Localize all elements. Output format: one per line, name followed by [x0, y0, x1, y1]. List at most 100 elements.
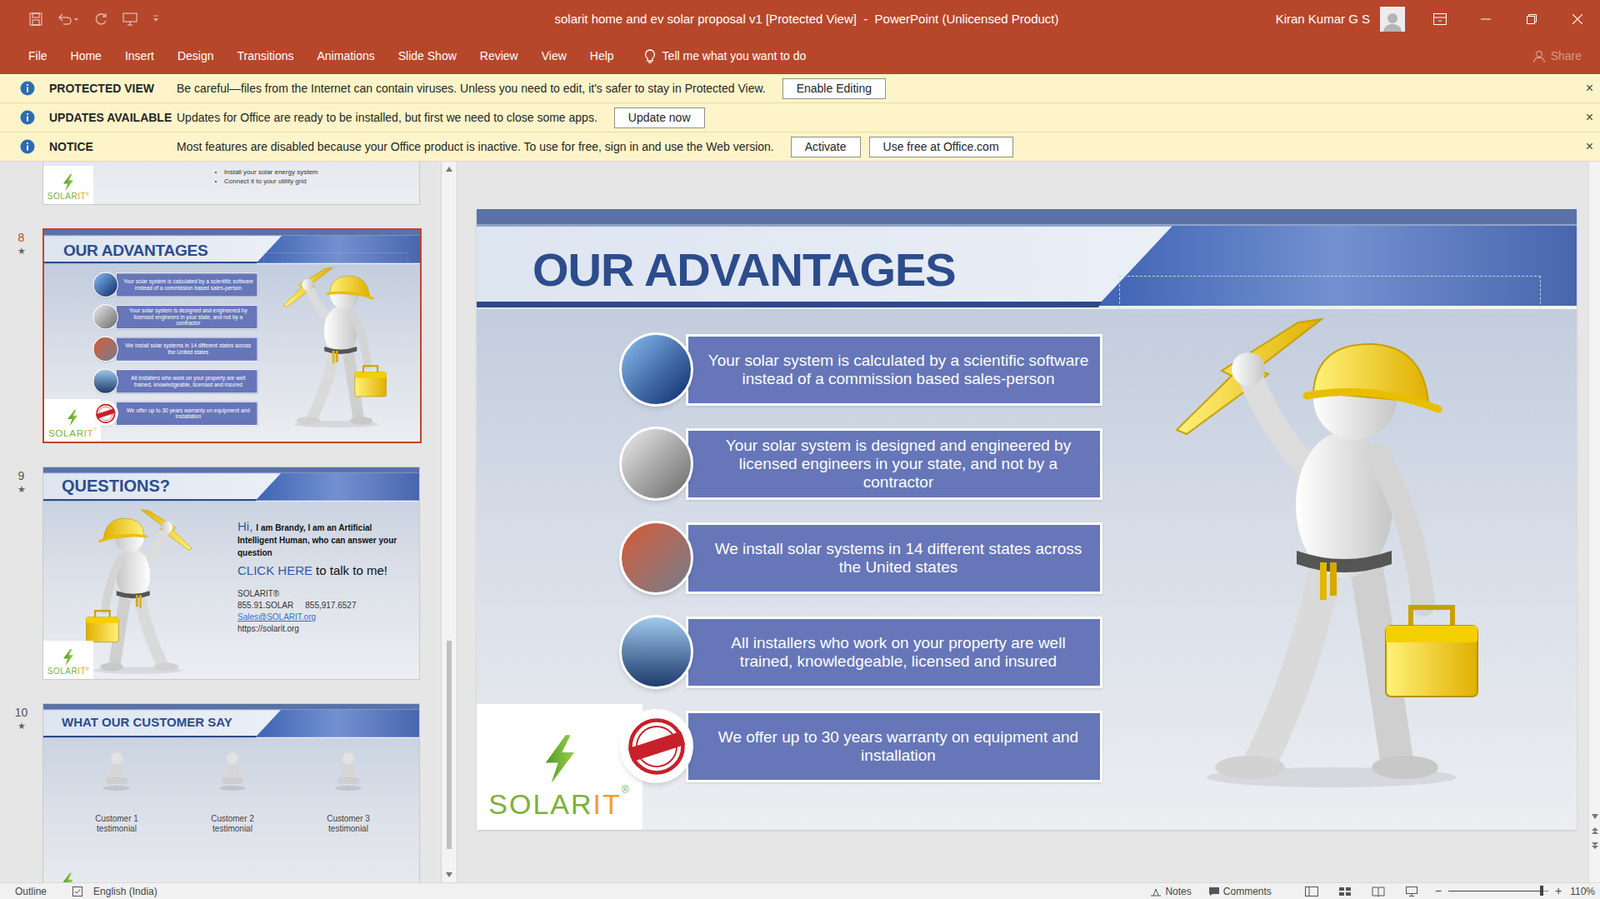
minimize-icon[interactable] — [1462, 0, 1509, 39]
scroll-track[interactable] — [441, 176, 457, 868]
comments-label: Comments — [1223, 884, 1272, 899]
slide[interactable]: OUR ADVANTAGESSOLARIT®Your solar system … — [476, 209, 1577, 830]
ribbon-tab[interactable]: View — [530, 38, 579, 75]
logo-wordmark: SOLARIT® — [47, 192, 90, 201]
testimonial-column: Customer 2 testimonial — [190, 750, 275, 835]
view-buttons — [1305, 886, 1419, 897]
advantage-photo — [619, 615, 694, 690]
redo-icon[interactable] — [93, 11, 109, 27]
close-icon[interactable] — [1554, 0, 1600, 39]
undo-icon[interactable] — [56, 11, 80, 27]
zoom-level[interactable]: 110% — [1570, 884, 1595, 899]
user-avatar-icon[interactable] — [1380, 6, 1405, 32]
ribbon-tab[interactable]: File — [16, 38, 60, 75]
share-button[interactable]: Share — [1532, 47, 1582, 65]
zoom-slider-thumb[interactable] — [1540, 885, 1544, 896]
user-name[interactable]: Kiran Kumar G S — [1275, 10, 1370, 30]
spelling-check-icon[interactable] — [71, 885, 84, 898]
solarit-logo: SOLARIT® — [476, 704, 643, 830]
advantage-text: All installers who work on your property… — [706, 634, 1090, 671]
next-slide-icon[interactable] — [1591, 842, 1599, 850]
scroll-thumb[interactable] — [446, 640, 452, 850]
notice-button[interactable]: Enable Editing — [782, 78, 886, 100]
thumbnail-header: WHAT OUR CUSTOMER SAY — [43, 704, 420, 739]
ribbon-display-options-icon[interactable] — [1416, 0, 1463, 39]
advantage-box: Your solar system is calculated by a sci… — [685, 334, 1103, 406]
slide-show-icon[interactable] — [1405, 886, 1419, 897]
restore-icon[interactable] — [1508, 0, 1555, 39]
ribbon-tab-label: Insert — [125, 47, 155, 65]
advantage-box: Your solar system is designed and engine… — [115, 305, 259, 330]
logo-it: IT — [593, 790, 622, 819]
slide-number: 8 — [18, 230, 25, 245]
notice-close-button[interactable]: × — [1585, 78, 1594, 99]
ribbon-tab[interactable]: Design — [165, 38, 226, 75]
advantage-row: Your solar system is calculated by a sci… — [92, 272, 261, 298]
bullet-item: Install your solar energy system — [224, 167, 319, 177]
notice-close-button[interactable]: × — [1585, 107, 1594, 128]
thumbnail-row[interactable]: Install your solar energy systemConnect … — [0, 161, 441, 205]
scroll-down-icon[interactable] — [445, 867, 453, 883]
thumbnail-row[interactable]: 9★QUESTIONS?Hi,I am Brandy, I am an Arti… — [0, 466, 441, 680]
thumbnail-row[interactable]: 10★WHAT OUR CUSTOMER SAYCustomer 1 testi… — [0, 703, 441, 883]
reading-view-icon[interactable] — [1371, 886, 1385, 897]
customize-toolbar-icon[interactable] — [151, 15, 160, 24]
advantage-text: Your solar system is calculated by a sci… — [122, 278, 254, 291]
greeting: Hi, — [237, 519, 253, 534]
ribbon-tab[interactable]: Insert — [113, 38, 166, 75]
zoom-slider[interactable] — [1448, 890, 1549, 892]
solarit-logo: SOLARIT® — [43, 165, 94, 205]
slide-sorter-icon[interactable] — [1338, 886, 1352, 897]
thumbnail-row[interactable]: 8★ OUR ADVANTAGESSOLARIT®Your solar syste… — [0, 228, 441, 444]
view-indicator: Outline — [0, 884, 47, 899]
testimonial-caption: Customer 1 testimonial — [83, 814, 150, 835]
logo-solar: SOLAR — [47, 667, 78, 676]
testimonial-column: Customer 3 testimonial — [306, 750, 390, 835]
zoom-slider-fill — [1448, 890, 1542, 892]
logo-wordmark: SOLARIT® — [488, 790, 630, 819]
advantage-text: Your solar system is calculated by a sci… — [706, 351, 1090, 389]
intro-text: I am Brandy, I am an Artificial Intellig… — [237, 523, 397, 558]
logo-it: IT — [77, 192, 86, 201]
normal-view-icon[interactable] — [1305, 886, 1319, 897]
tell-me-box[interactable]: Tell me what you want to do — [644, 47, 807, 65]
notice-button[interactable]: Activate — [790, 136, 861, 158]
advantage-box: We install solar systems in 14 different… — [115, 336, 259, 361]
language-indicator[interactable]: English (India) — [93, 884, 158, 899]
advantage-row: We install solar systems in 14 different… — [92, 336, 261, 362]
email-link[interactable]: Sales@SOLARIT.org — [237, 611, 413, 624]
scroll-down-icon[interactable] — [1591, 814, 1599, 820]
slide-preview: OUR ADVANTAGESSOLARIT®Your solar system … — [44, 230, 420, 443]
ribbon-tab[interactable]: Home — [59, 38, 114, 75]
ribbon-tab[interactable]: Animations — [305, 38, 386, 75]
slide-thumbnail[interactable]: OUR ADVANTAGESSOLARIT®Your solar system … — [42, 228, 422, 444]
present-from-start-icon[interactable] — [121, 11, 139, 27]
solarit-logo: SOLARIT® — [43, 640, 94, 680]
phone-numbers: 855.91.SOLAR855,917.6527 — [237, 600, 413, 612]
click-here-link[interactable]: CLICK HERE — [237, 563, 313, 578]
save-icon[interactable] — [28, 11, 44, 27]
notice-button[interactable]: Use free at Office.com — [869, 136, 1014, 158]
slide-scrollbar[interactable] — [1588, 161, 1600, 883]
ribbon-tab[interactable]: Transitions — [225, 38, 306, 75]
zoom-in-button[interactable]: + — [1555, 882, 1562, 899]
slide-thumbnail[interactable]: Install your solar energy systemConnect … — [42, 161, 420, 205]
comments-button[interactable]: Comments — [1208, 884, 1272, 899]
notice-button[interactable]: Update now — [614, 107, 705, 129]
thumbnail-scrollbar[interactable] — [440, 161, 458, 883]
scroll-up-icon[interactable] — [445, 161, 453, 177]
zoom-out-button[interactable]: − — [1435, 882, 1442, 899]
workspace: Install your solar energy systemConnect … — [0, 161, 1600, 883]
worker-figure-icon — [1173, 317, 1507, 793]
previous-slide-icon[interactable] — [1591, 827, 1599, 835]
ribbon-tab[interactable]: Slide Show — [386, 38, 469, 75]
notes-button[interactable]: Notes — [1150, 884, 1191, 899]
notice-close-button[interactable]: × — [1585, 136, 1594, 157]
advantage-row: We offer up to 30 years warranty on equi… — [92, 400, 261, 426]
slide-thumbnail[interactable]: QUESTIONS?Hi,I am Brandy, I am an Artifi… — [42, 466, 420, 680]
ribbon-tab[interactable]: Review — [468, 38, 530, 75]
transition-star: ★ — [17, 245, 26, 257]
notice-message: Updates for Office are ready to be insta… — [176, 109, 598, 127]
slide-thumbnail[interactable]: WHAT OUR CUSTOMER SAY Customer 1 testimon… — [42, 703, 420, 883]
ribbon-tab[interactable]: Help — [578, 38, 626, 75]
